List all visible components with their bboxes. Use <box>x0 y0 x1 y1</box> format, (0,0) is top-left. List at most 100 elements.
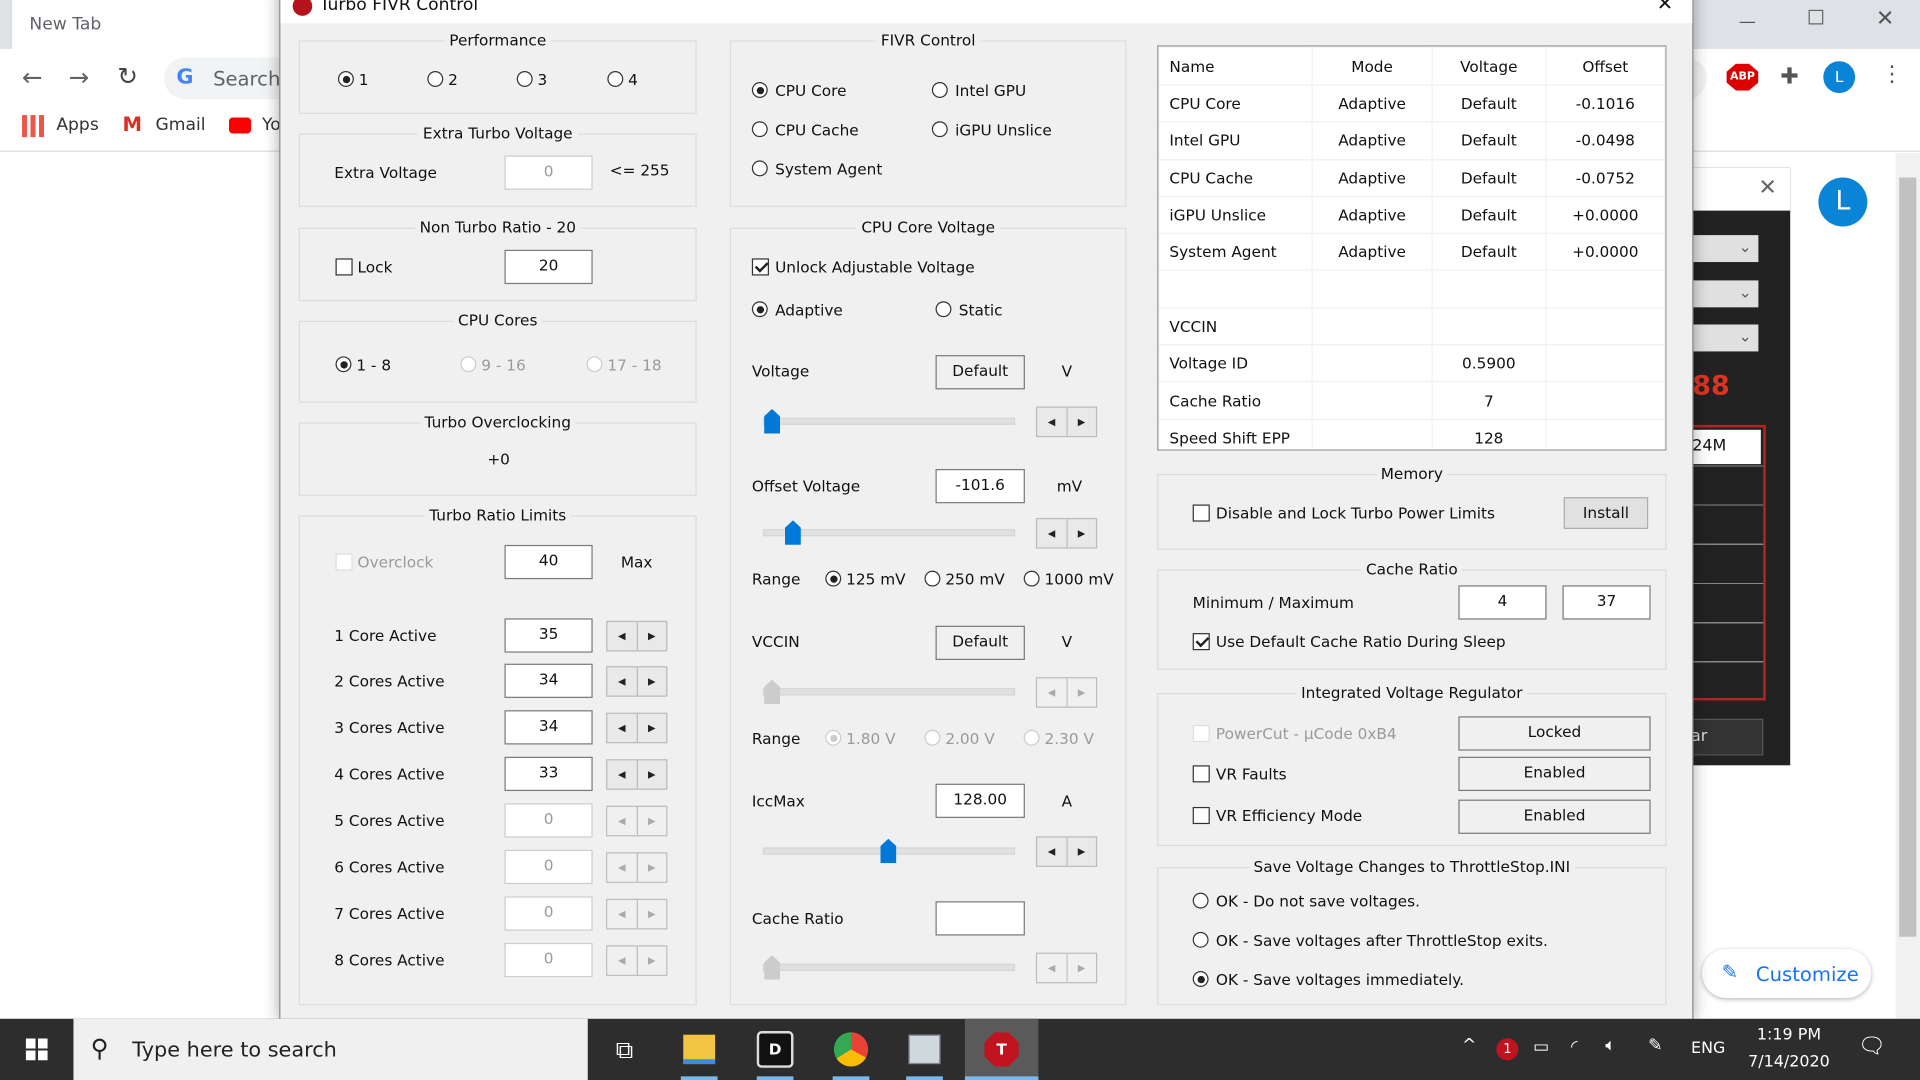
cpu-cores-radio[interactable] <box>335 356 352 373</box>
vr-faults-label: VR Faults <box>1215 764 1287 784</box>
fivr-radio[interactable] <box>931 121 948 138</box>
voltage-slider-track[interactable] <box>762 417 1016 425</box>
chrome-icon[interactable] <box>814 1019 887 1080</box>
fivr-radio[interactable] <box>931 82 948 98</box>
fivr-radio[interactable] <box>751 160 768 177</box>
powercut-locked-button[interactable]: Locked <box>1458 716 1651 751</box>
table-cell: CPU Cache <box>1158 158 1314 198</box>
vr-efficiency-button[interactable]: Enabled <box>1458 799 1651 834</box>
fivr-radio[interactable] <box>751 121 768 138</box>
cache-ratio-min-input[interactable]: 4 <box>1458 585 1547 620</box>
performance-radio-4[interactable] <box>607 71 624 87</box>
core-active-label: 7 Cores Active <box>334 904 445 923</box>
volume-icon[interactable]: 🔈︎ <box>1605 1036 1615 1056</box>
spin-left-icon[interactable]: ◀ <box>607 667 638 696</box>
static-label: Static <box>958 300 1003 319</box>
iccmax-spinner[interactable]: ◀ ▶ <box>1035 836 1098 867</box>
offset-range-radio[interactable] <box>924 570 941 587</box>
performance-radio-2[interactable] <box>427 71 444 87</box>
core-ratio-spinner[interactable]: ◀ ▶ <box>606 712 668 744</box>
wifi-icon[interactable]: ◜ <box>1571 1037 1578 1057</box>
tray-throttlestop-badge[interactable]: 1 <box>1496 1038 1519 1061</box>
table-cell: Adaptive <box>1311 232 1433 272</box>
tray-chevron-up-icon[interactable]: ^ <box>1462 1036 1476 1056</box>
spin-right-icon[interactable]: ▶ <box>637 760 666 788</box>
spin-left-icon[interactable]: ◀ <box>1037 837 1068 866</box>
spin-right-icon[interactable]: ▶ <box>637 667 666 695</box>
lock-checkbox[interactable] <box>335 258 353 276</box>
install-button[interactable]: Install <box>1563 497 1649 529</box>
table-cell: Adaptive <box>1311 195 1433 235</box>
spin-left-icon[interactable]: ◀ <box>1037 519 1068 548</box>
column-header[interactable]: Voltage <box>1431 46 1547 86</box>
core-ratio-input[interactable]: 34 <box>504 710 593 745</box>
battery-icon[interactable]: ▭ <box>1533 1037 1549 1057</box>
spin-left-icon[interactable]: ◀ <box>607 713 638 743</box>
vr-faults-checkbox[interactable] <box>1192 765 1210 783</box>
table-cell: 0.5900 <box>1431 344 1547 383</box>
performance-radio-1[interactable] <box>337 71 354 87</box>
spin-left-icon[interactable]: ◀ <box>607 760 638 789</box>
offset-voltage-spinner[interactable]: ◀ ▶ <box>1035 517 1098 549</box>
core-ratio-input[interactable]: 34 <box>504 663 593 698</box>
performance-radio-3[interactable] <box>516 71 533 87</box>
file-explorer-icon[interactable] <box>662 1019 735 1080</box>
offset-range-label: 125 mV <box>846 570 906 589</box>
throttlestop-icon[interactable]: T <box>964 1018 1039 1080</box>
spin-right-icon[interactable]: ▶ <box>637 622 666 650</box>
disable-lock-power-limits-checkbox[interactable] <box>1192 504 1210 522</box>
clock-time[interactable]: 1:19 PM <box>1753 1026 1824 1044</box>
cache-ratio-max-input[interactable]: 37 <box>1562 585 1651 620</box>
column-header[interactable]: Name <box>1158 46 1314 86</box>
static-radio[interactable] <box>935 301 952 318</box>
fivr-radio[interactable] <box>751 82 768 98</box>
unlock-voltage-checkbox[interactable] <box>751 258 769 276</box>
core-ratio-input[interactable]: 33 <box>504 756 593 792</box>
core-ratio-input[interactable]: 35 <box>504 618 593 653</box>
spin-right-icon[interactable]: ▶ <box>1067 519 1096 547</box>
adaptive-radio[interactable] <box>751 301 768 318</box>
save-option-radio[interactable] <box>1192 892 1209 909</box>
notification-icon[interactable]: 🗨︎ <box>1858 1033 1886 1059</box>
monitor-app-icon[interactable] <box>888 1019 961 1080</box>
voltage-button[interactable]: Default <box>935 355 1025 390</box>
save-option-radio[interactable] <box>1192 931 1209 948</box>
iccmax-input[interactable]: 128.00 <box>935 783 1025 818</box>
cache-ratio-input[interactable] <box>935 901 1025 936</box>
pen-icon[interactable]: ✎ <box>1648 1036 1662 1056</box>
spin-left-icon[interactable]: ◀ <box>1037 407 1068 436</box>
offset-voltage-input[interactable]: -101.6 <box>935 468 1025 504</box>
vr-efficiency-checkbox[interactable] <box>1192 806 1210 825</box>
non-turbo-ratio-input[interactable]: 20 <box>504 249 593 285</box>
table-cell: +0.0000 <box>1545 232 1666 272</box>
default-cache-ratio-sleep-checkbox[interactable] <box>1192 633 1210 651</box>
offset-range-radio[interactable] <box>1023 570 1040 587</box>
task-view-icon[interactable]: ⧉ <box>588 1019 661 1080</box>
start-windows-icon[interactable] <box>0 1019 73 1080</box>
vr-faults-button[interactable]: Enabled <box>1458 756 1651 792</box>
clock-date[interactable]: 7/14/2020 <box>1744 1053 1835 1071</box>
spin-left-icon[interactable]: ◀ <box>607 622 638 651</box>
overclock-checkbox <box>335 553 353 571</box>
vccin-range-label: 2.00 V <box>945 729 995 748</box>
max-ratio-input[interactable]: 40 <box>504 544 593 580</box>
core-ratio-spinner[interactable]: ◀ ▶ <box>606 759 668 790</box>
column-header[interactable]: Mode <box>1311 46 1433 86</box>
d-app-icon[interactable]: D <box>738 1019 811 1080</box>
performance-option-label: 4 <box>628 70 638 89</box>
core-ratio-spinner[interactable]: ◀ ▶ <box>606 666 668 697</box>
core-active-label: 6 Cores Active <box>334 857 445 877</box>
table-cell <box>1311 418 1433 450</box>
voltage-spinner[interactable]: ◀ ▶ <box>1035 406 1098 438</box>
spin-right-icon[interactable]: ▶ <box>637 714 666 742</box>
offset-range-radio[interactable] <box>825 570 842 587</box>
language-indicator[interactable]: ENG <box>1691 1040 1725 1058</box>
save-option-radio[interactable] <box>1192 971 1209 987</box>
core-ratio-spinner[interactable]: ◀ ▶ <box>606 620 668 652</box>
spin-right-icon[interactable]: ▶ <box>1067 408 1096 436</box>
group-title: Turbo Ratio Limits <box>424 505 572 525</box>
spin-right-icon[interactable]: ▶ <box>1067 838 1096 866</box>
vccin-button[interactable]: Default <box>935 625 1025 661</box>
taskbar-search[interactable]: ⚲ Type here to search <box>73 1018 588 1080</box>
column-header[interactable]: Offset <box>1545 46 1666 86</box>
